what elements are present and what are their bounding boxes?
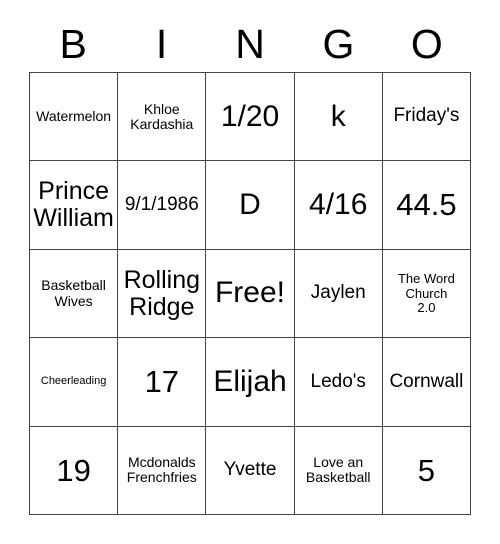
bingo-cell-i5[interactable]: Mcdonalds Frenchfries xyxy=(118,426,207,516)
bingo-cell-text: Love an Basketball xyxy=(305,454,371,486)
bingo-cell-text: D xyxy=(239,187,261,221)
bingo-card: B I N G O Watermelon Khloe Kardashia 1/2… xyxy=(0,0,500,544)
bingo-cell-o1[interactable]: Friday's xyxy=(382,73,472,162)
bingo-cell-text: Ledo's xyxy=(310,370,366,392)
bingo-cell-n5[interactable]: Yvette xyxy=(206,426,295,516)
bingo-cell-i4[interactable]: 17 xyxy=(118,338,207,427)
bingo-cell-text: Jaylen xyxy=(310,282,366,304)
bingo-cell-text: Rolling Ridge xyxy=(123,265,201,321)
bingo-cell-text: Free! xyxy=(214,276,286,310)
bingo-row: Watermelon Khloe Kardashia 1/20 k Friday… xyxy=(30,73,472,162)
bingo-cell-n1[interactable]: 1/20 xyxy=(206,73,295,162)
bingo-cell-text: 44.5 xyxy=(396,187,457,223)
bingo-cell-text: Khloe Kardashia xyxy=(130,100,194,132)
bingo-cell-text: Mcdonalds Frenchfries xyxy=(126,454,197,486)
bingo-row: Cheerleading 17 Elijah Ledo's Cornwall xyxy=(30,338,472,427)
bingo-cell-text: Elijah xyxy=(213,364,287,398)
bingo-cell-text: Yvette xyxy=(223,459,277,481)
bingo-cell-b1[interactable]: Watermelon xyxy=(30,73,119,162)
bingo-grid: Watermelon Khloe Kardashia 1/20 k Friday… xyxy=(29,72,472,516)
bingo-header-letter-n: N xyxy=(235,20,265,67)
bingo-cell-g4[interactable]: Ledo's xyxy=(294,338,383,427)
bingo-cell-n4[interactable]: Elijah xyxy=(206,338,295,427)
bingo-cell-o5[interactable]: 5 xyxy=(382,426,472,516)
bingo-cell-text: Friday's xyxy=(393,105,460,127)
bingo-cell-text: The Word Church 2.0 xyxy=(397,271,455,315)
bingo-row: 19 Mcdonalds Frenchfries Yvette Love an … xyxy=(30,426,472,516)
bingo-cell-b4[interactable]: Cheerleading xyxy=(30,338,119,427)
bingo-header-letter-i: I xyxy=(155,20,168,67)
bingo-cell-o3[interactable]: The Word Church 2.0 xyxy=(382,249,472,339)
bingo-cell-text: 19 xyxy=(56,452,91,488)
bingo-cell-free-space[interactable]: Free! xyxy=(206,249,295,339)
bingo-cell-text: 5 xyxy=(417,452,436,488)
bingo-cell-g1[interactable]: k xyxy=(294,73,383,162)
bingo-header-letter-b: B xyxy=(59,20,87,67)
bingo-cell-g2[interactable]: 4/16 xyxy=(294,161,383,250)
bingo-cell-text: Watermelon xyxy=(36,108,112,125)
bingo-cell-text: 9/1/1986 xyxy=(124,193,199,215)
bingo-cell-text: Basketball Wives xyxy=(41,277,106,309)
bingo-header-row: B I N G O xyxy=(29,16,471,72)
bingo-cell-text: 4/16 xyxy=(309,187,368,221)
bingo-cell-text: Cheerleading xyxy=(40,374,107,387)
bingo-cell-o2[interactable]: 44.5 xyxy=(382,161,472,250)
bingo-cell-b3[interactable]: Basketball Wives xyxy=(30,249,119,339)
bingo-cell-i2[interactable]: 9/1/1986 xyxy=(118,161,207,250)
bingo-cell-o4[interactable]: Cornwall xyxy=(382,338,472,427)
bingo-cell-n2[interactable]: D xyxy=(206,161,295,250)
bingo-cell-i1[interactable]: Khloe Kardashia xyxy=(118,73,207,162)
bingo-header-letter-g: G xyxy=(322,20,355,67)
bingo-cell-text: Cornwall xyxy=(389,370,464,392)
bingo-cell-b5[interactable]: 19 xyxy=(30,426,119,516)
bingo-cell-i3[interactable]: Rolling Ridge xyxy=(118,249,207,339)
bingo-cell-text: 17 xyxy=(144,364,180,400)
bingo-cell-text: k xyxy=(330,99,346,133)
bingo-row: Basketball Wives Rolling Ridge Free! Jay… xyxy=(30,249,472,339)
bingo-cell-g5[interactable]: Love an Basketball xyxy=(294,426,383,516)
bingo-row: Prince William 9/1/1986 D 4/16 44.5 xyxy=(30,161,472,250)
bingo-cell-text: 1/20 xyxy=(220,99,280,133)
bingo-cell-g3[interactable]: Jaylen xyxy=(294,249,383,339)
bingo-header-letter-o: O xyxy=(410,20,443,67)
bingo-cell-b2[interactable]: Prince William xyxy=(30,161,119,250)
bingo-cell-text: Prince William xyxy=(33,177,114,233)
